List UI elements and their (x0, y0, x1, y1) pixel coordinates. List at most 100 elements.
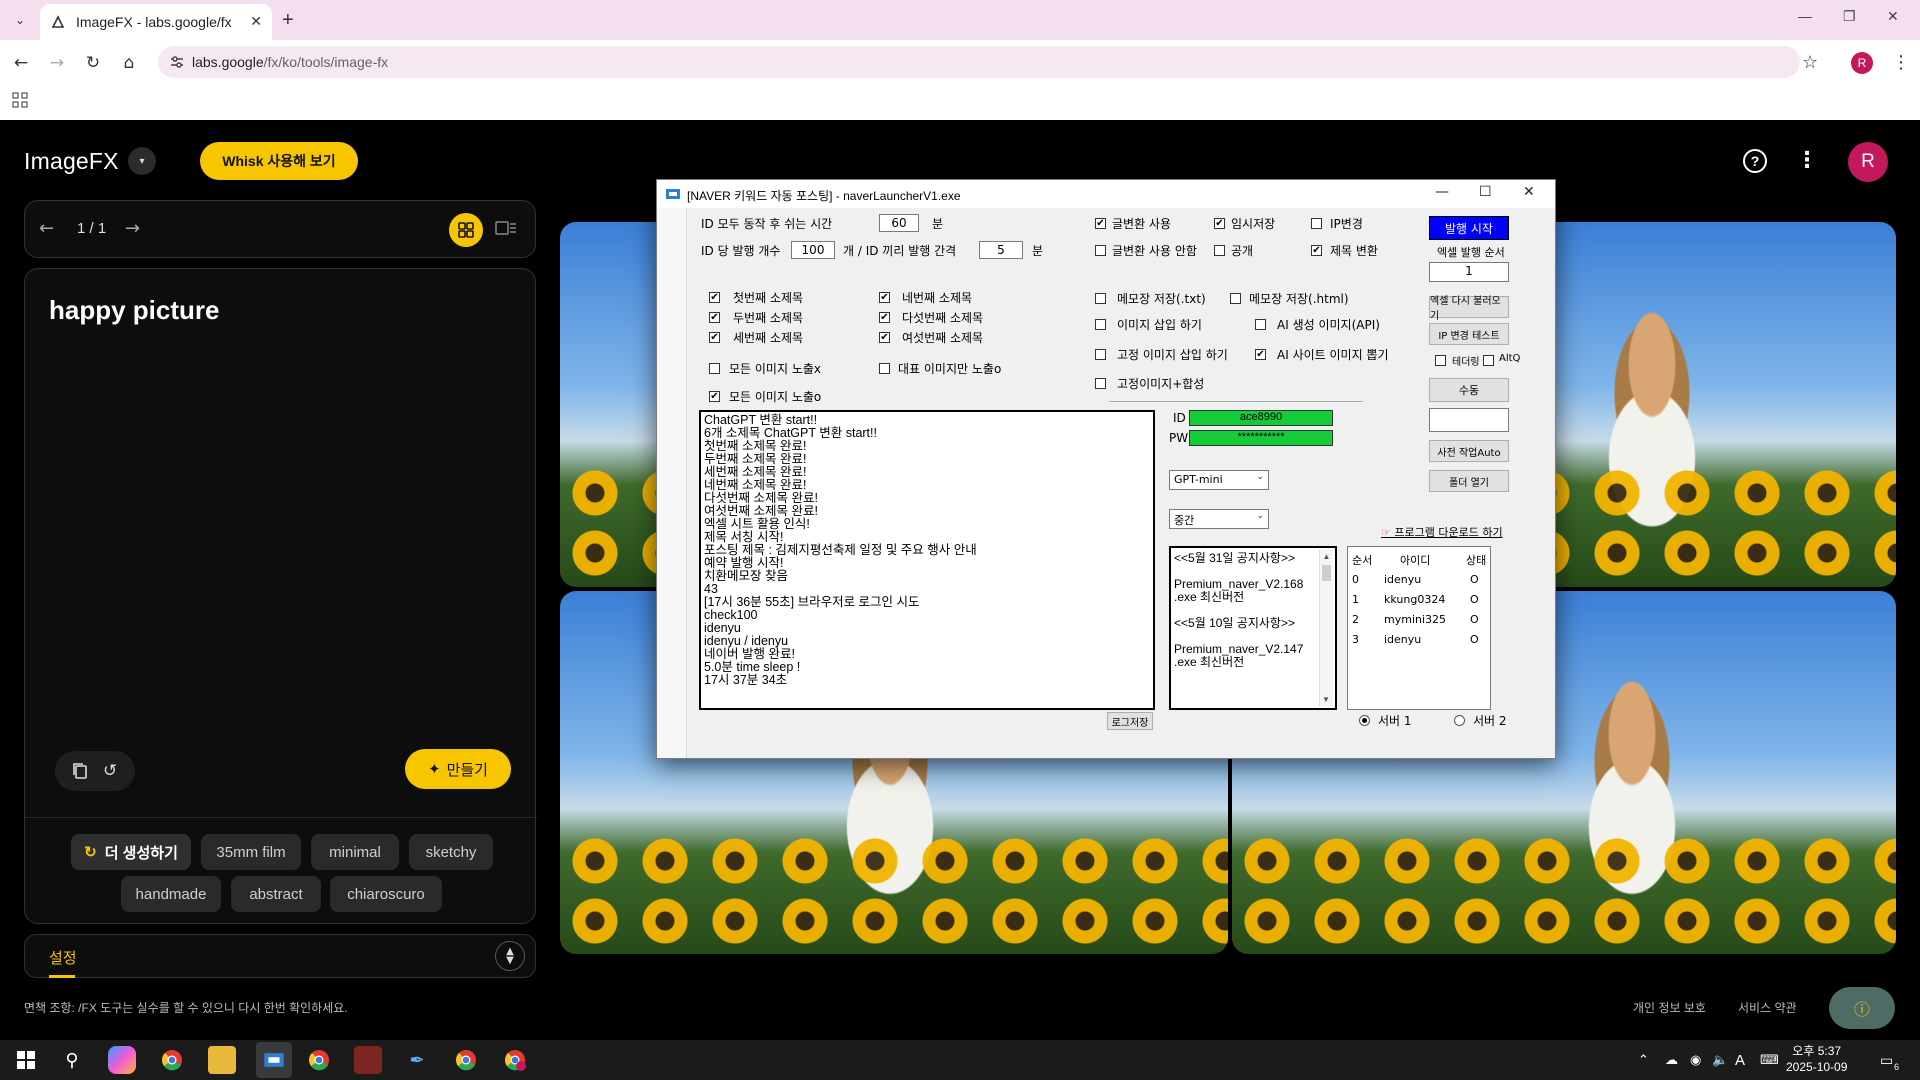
chip-minimal[interactable]: minimal (311, 834, 399, 870)
checkbox-memo-html[interactable] (1230, 293, 1241, 304)
account-list[interactable]: 순서 아이디 상태 0 idenyu O 1 kkung0324 O 2 mymini32… (1347, 546, 1491, 710)
notice-box[interactable]: ▲ ▼ <<5월 31일 공지사항>> Premium_naver_V2.168 .e… (1169, 546, 1337, 710)
grid-view-icon[interactable] (449, 213, 483, 247)
server1-radio[interactable] (1359, 715, 1370, 726)
app-icon-red[interactable] (354, 1046, 382, 1074)
interval-input[interactable]: 5 (979, 241, 1023, 259)
excel-reload-button[interactable]: 엑셀 다시 불러오기 (1429, 296, 1509, 322)
checkbox-ai-api[interactable] (1255, 319, 1266, 330)
posts-per-id-input[interactable]: 100 (791, 241, 835, 259)
window-minimize-icon[interactable]: — (1435, 184, 1449, 200)
search-icon[interactable]: ⚲ (58, 1046, 86, 1074)
imagefx-logo[interactable]: ImageFX (24, 148, 119, 175)
close-window-icon[interactable]: ✕ (1887, 8, 1899, 25)
log-output[interactable]: ChatGPT 변환 start!! 6개 소제목 ChatGPT 변환 star… (699, 410, 1155, 710)
browser-menu-icon[interactable]: ⋮ (1892, 52, 1910, 73)
checkbox-img-rep[interactable] (879, 363, 890, 374)
feedback-icon[interactable]: ⓘ (1829, 987, 1895, 1029)
checkbox-tethering[interactable] (1435, 355, 1446, 366)
chrome-icon[interactable] (158, 1046, 186, 1074)
chip-35mm[interactable]: 35mm film (201, 834, 301, 870)
ime-indicator[interactable]: A (1735, 1052, 1745, 1069)
checkbox-fixed-img[interactable] (1095, 349, 1106, 360)
checkbox-sub4[interactable]: ✔ (879, 292, 890, 303)
create-button[interactable]: ✦ 만들기 (405, 749, 511, 789)
account-row[interactable]: 2 mymini325 O (1348, 613, 1490, 629)
chip-abstract[interactable]: abstract (231, 876, 321, 912)
whisk-button[interactable]: Whisk 사용해 보기 (200, 142, 358, 180)
restore-icon[interactable]: ❐ (1843, 8, 1856, 25)
excel-order-input[interactable]: 1 (1429, 262, 1509, 282)
browser-tab[interactable]: ImageFX - labs.google/fx ✕ (40, 4, 272, 40)
manual-button[interactable]: 수동 (1429, 378, 1509, 402)
site-info-icon[interactable] (168, 53, 186, 71)
settings-bar[interactable]: 설정 ▲ ▼ (24, 934, 536, 978)
checkbox-title-convert[interactable]: ✔ (1311, 245, 1322, 256)
back-icon[interactable]: ← (10, 52, 32, 74)
checkbox-img-all-o[interactable]: ✔ (709, 391, 720, 402)
tray-network-icon[interactable]: ◉ (1690, 1052, 1701, 1068)
chip-chiaroscuro[interactable]: chiaroscuro (330, 876, 442, 912)
notification-icon[interactable]: ▭ (1880, 1052, 1893, 1069)
help-icon[interactable]: ? (1743, 149, 1767, 173)
manual-input[interactable] (1429, 408, 1509, 432)
file-explorer-icon[interactable] (208, 1046, 236, 1074)
ip-test-button[interactable]: IP 변경 테스트 (1429, 323, 1509, 345)
account-row[interactable]: 1 kkung0324 O (1348, 593, 1490, 609)
address-bar[interactable]: labs.google/fx/ko/tools/image-fx (158, 46, 1800, 78)
apps-grid-icon[interactable] (12, 92, 28, 108)
id-rest-input[interactable]: 60 (879, 214, 919, 232)
id-field[interactable]: ace8990 (1189, 410, 1333, 426)
list-view-icon[interactable] (495, 219, 519, 241)
tab-search-icon[interactable]: ⌄ (8, 8, 32, 32)
checkbox-sub2[interactable]: ✔ (709, 312, 720, 323)
expand-chevron-icon[interactable]: ▲ ▼ (495, 941, 525, 971)
chip-sketchy[interactable]: sketchy (409, 834, 493, 870)
level-select[interactable]: 중간 ⌄ (1169, 509, 1269, 529)
chrome-icon-3[interactable] (452, 1046, 480, 1074)
account-row[interactable]: 0 idenyu O (1348, 573, 1490, 589)
reset-icon[interactable]: ↺ (103, 761, 117, 781)
open-folder-button[interactable]: 폴더 열기 (1429, 470, 1509, 492)
checkbox-ip[interactable] (1311, 218, 1322, 229)
close-tab-icon[interactable]: ✕ (250, 14, 262, 30)
prev-arrow-icon[interactable]: ← (39, 218, 54, 239)
copy-icon[interactable] (71, 762, 89, 780)
minimize-icon[interactable]: — (1798, 8, 1812, 24)
pre-auto-button[interactable]: 사전 작업Auto (1429, 440, 1509, 462)
checkbox-no-convert[interactable] (1095, 245, 1106, 256)
forward-icon[interactable]: → (46, 52, 68, 74)
checkbox-altq[interactable] (1483, 355, 1494, 366)
checkbox-img-all-x[interactable] (709, 363, 720, 374)
pw-field[interactable]: *********** (1189, 430, 1333, 446)
copilot-icon[interactable] (108, 1046, 136, 1074)
tray-cloud-icon[interactable]: ☁ (1665, 1052, 1678, 1068)
server2-radio[interactable] (1454, 715, 1465, 726)
window-close-icon[interactable]: ✕ (1523, 184, 1535, 200)
download-link[interactable]: ☞ 프로그램 다운로드 하기 (1381, 524, 1503, 540)
start-button[interactable]: 발행 시작 (1429, 216, 1509, 240)
generate-more-chip[interactable]: ↻ 더 생성하기 (71, 834, 191, 870)
pen-app-icon[interactable]: ✒ (403, 1046, 431, 1074)
checkbox-img-insert[interactable] (1095, 319, 1106, 330)
account-row[interactable]: 3 idenyu O (1348, 633, 1490, 649)
window-maximize-icon[interactable]: ☐ (1479, 184, 1492, 200)
prompt-text[interactable]: happy picture (49, 295, 219, 326)
more-options-icon[interactable]: ⋮ (1796, 148, 1818, 173)
naver-launcher-taskbar-icon[interactable] (256, 1042, 292, 1078)
checkbox-sub5[interactable]: ✔ (879, 312, 890, 323)
checkbox-public[interactable] (1214, 245, 1225, 256)
chrome-icon-2[interactable] (305, 1046, 333, 1074)
checkbox-sub1[interactable]: ✔ (709, 292, 720, 303)
save-log-button[interactable]: 로그저장 (1107, 712, 1153, 730)
tray-chevron-icon[interactable]: ⌃ (1638, 1052, 1649, 1068)
checkbox-memo-txt[interactable] (1095, 293, 1106, 304)
checkbox-convert[interactable]: ✔ (1095, 218, 1106, 229)
reload-icon[interactable]: ↻ (82, 52, 104, 74)
model-select[interactable]: GPT-mini ⌄ (1169, 470, 1269, 490)
windows-start-icon[interactable] (12, 1046, 40, 1074)
next-arrow-icon[interactable]: → (125, 218, 140, 239)
keyboard-icon[interactable]: ⌨ (1760, 1052, 1779, 1068)
clock[interactable]: 오후 5:37 2025-10-09 (1786, 1043, 1847, 1075)
user-avatar[interactable]: R (1848, 142, 1888, 182)
